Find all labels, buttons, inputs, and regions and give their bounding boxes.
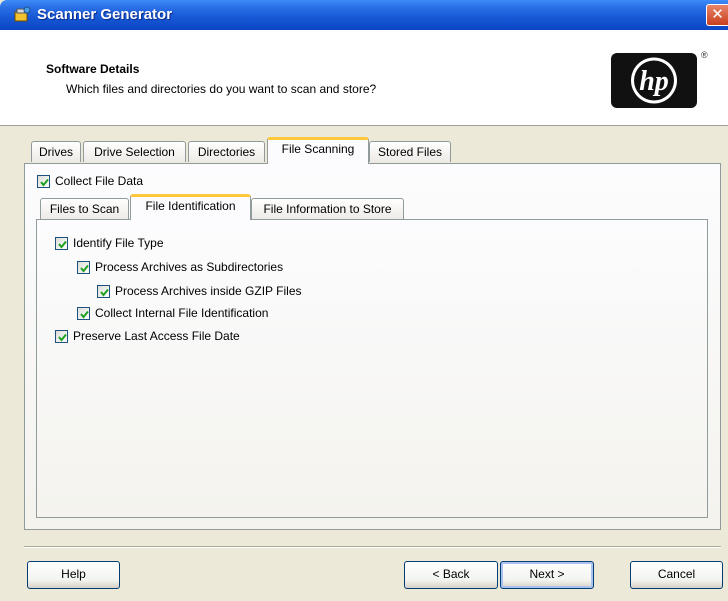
process-archives-gzip-checkbox[interactable]: Process Archives inside GZIP Files <box>97 283 302 299</box>
title-bar: Scanner Generator ✕ <box>0 0 728 30</box>
collect-internal-file-identification-checkbox[interactable]: Collect Internal File Identification <box>77 305 268 321</box>
option-label: Collect Internal File Identification <box>95 306 269 320</box>
close-icon: ✕ <box>711 6 724 23</box>
tab-drive-selection[interactable]: Drive Selection <box>83 141 186 162</box>
registered-mark: ® <box>701 50 708 60</box>
checkbox[interactable] <box>55 329 68 343</box>
checkbox[interactable] <box>77 260 90 274</box>
next-button[interactable]: Next > <box>500 561 594 589</box>
page-subtitle: Which files and directories do you want … <box>66 82 377 96</box>
checkbox[interactable] <box>55 236 68 250</box>
hp-logo-text: hp <box>639 66 669 97</box>
checkbox[interactable] <box>77 306 90 320</box>
process-archives-subdirectories-checkbox[interactable]: Process Archives as Subdirectories <box>77 259 283 275</box>
checkbox[interactable] <box>37 174 50 188</box>
window-title: Scanner Generator <box>37 6 173 23</box>
tab-directories[interactable]: Directories <box>188 141 265 162</box>
tab-file-scanning[interactable]: File Scanning <box>267 137 369 164</box>
checkbox[interactable] <box>97 284 110 298</box>
page-title: Software Details <box>46 62 140 76</box>
tab-drives[interactable]: Drives <box>31 141 81 162</box>
footer-divider <box>24 546 721 548</box>
scanner-app-icon <box>14 6 31 22</box>
help-button[interactable]: Help <box>27 561 120 589</box>
checkmark-icon <box>100 288 109 297</box>
option-label: Identify File Type <box>73 236 164 250</box>
option-label: Process Archives inside GZIP Files <box>115 284 302 298</box>
tab-files-to-scan[interactable]: Files to Scan <box>40 198 129 219</box>
preserve-last-access-date-checkbox[interactable]: Preserve Last Access File Date <box>55 328 240 344</box>
tab-file-identification[interactable]: File Identification <box>130 194 251 220</box>
back-button[interactable]: < Back <box>404 561 498 589</box>
collect-file-data-checkbox[interactable]: Collect File Data <box>37 173 143 189</box>
cancel-button[interactable]: Cancel <box>630 561 723 589</box>
hp-logo: hp <box>611 53 697 108</box>
checkmark-icon <box>80 310 89 319</box>
collect-file-data-label: Collect File Data <box>55 174 144 188</box>
tab-file-information-to-store[interactable]: File Information to Store <box>251 198 404 219</box>
checkmark-icon <box>58 240 67 249</box>
tab-stored-files[interactable]: Stored Files <box>369 141 451 162</box>
checkmark-icon <box>40 178 49 187</box>
option-label: Preserve Last Access File Date <box>73 329 240 343</box>
checkmark-icon <box>58 333 67 342</box>
option-label: Process Archives as Subdirectories <box>95 260 284 274</box>
checkmark-icon <box>80 264 89 273</box>
wizard-header: Software Details Which files and directo… <box>0 30 728 126</box>
close-button[interactable]: ✕ <box>706 4 728 26</box>
identify-file-type-checkbox[interactable]: Identify File Type <box>55 235 164 251</box>
